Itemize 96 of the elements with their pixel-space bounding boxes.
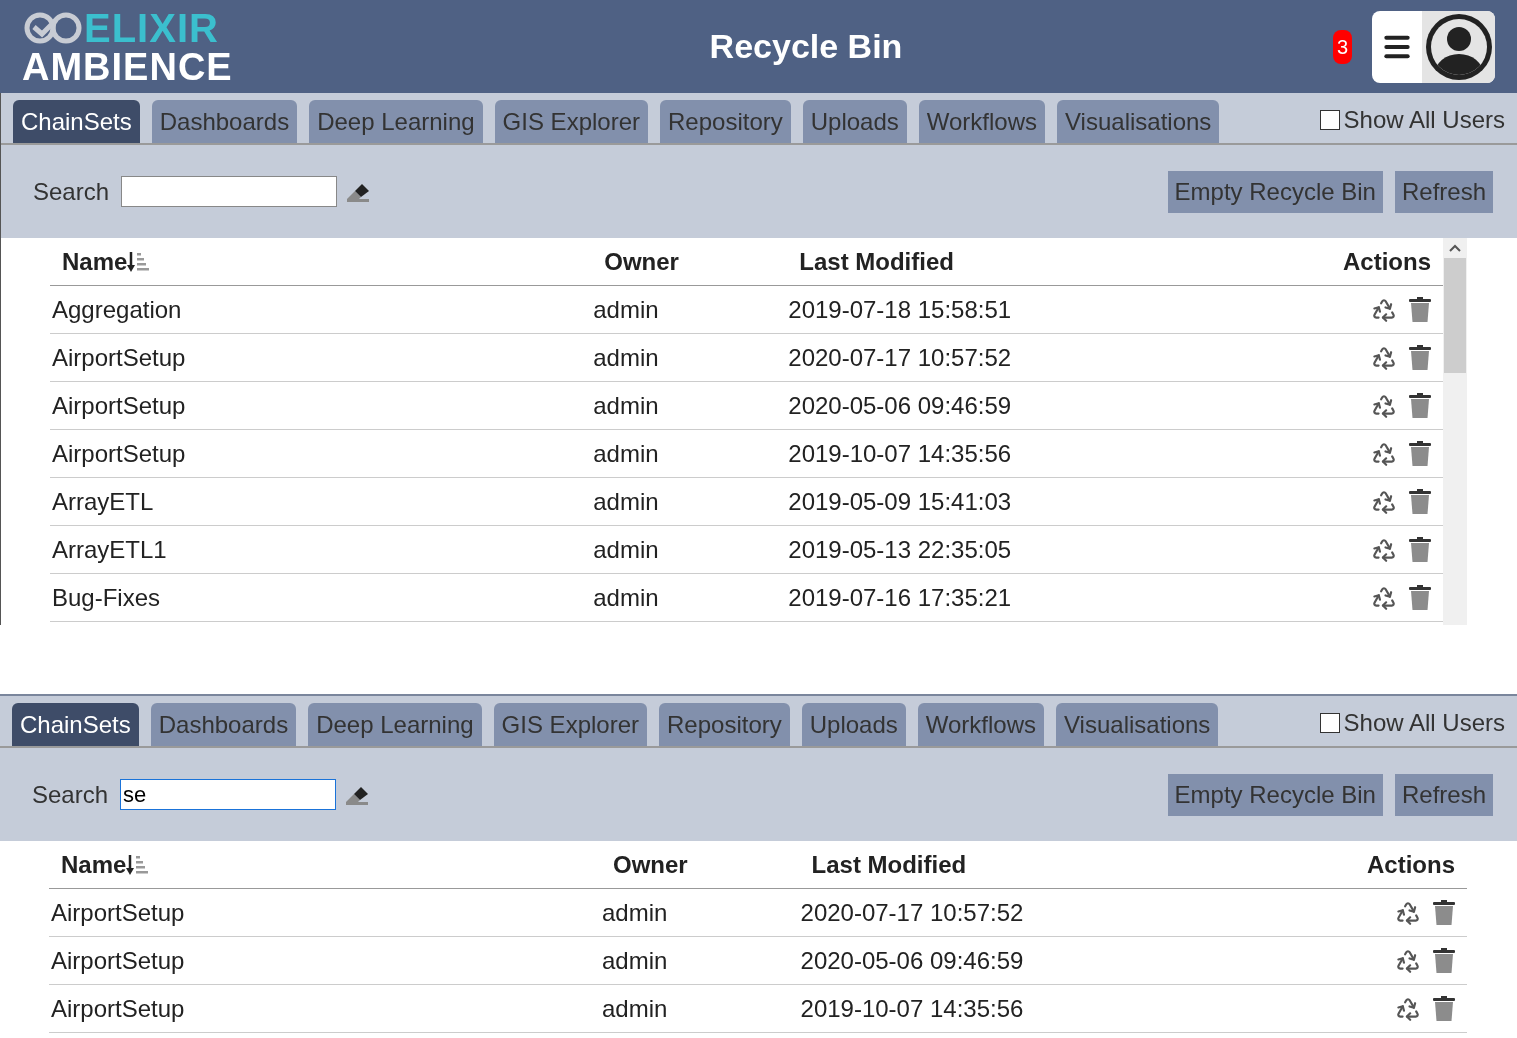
search-field[interactable] [121,176,338,207]
column-header[interactable]: Owner [602,846,801,883]
search-label: Search [32,779,109,810]
table-cell-text: admin [602,945,669,976]
table-cell-text: 2019-07-16 17:35:21 [788,582,1013,613]
restore-icon[interactable] [1371,440,1397,467]
tab[interactable]: Visualisations [1057,100,1220,143]
restore-icon[interactable] [1371,488,1397,515]
restore-icon[interactable] [1371,344,1397,371]
table-cell-text: 2019-05-13 22:35:05 [788,534,1013,565]
trash-icon[interactable] [1409,584,1431,611]
show-all-users-checkbox[interactable] [1319,713,1340,733]
logo-text: ELIXIR [84,7,219,48]
notification-badge[interactable]: 3 [1332,29,1352,64]
trash-icon[interactable] [1409,440,1431,467]
column-header[interactable]: Name [62,243,128,280]
table-cell-text: 2019-05-09 15:41:03 [788,486,1013,517]
table-cell-text: 2019-07-18 15:58:51 [788,294,1013,325]
trash-icon[interactable] [1409,296,1431,323]
tab[interactable]: Deep Learning [309,100,483,143]
column-header: Actions [1366,849,1456,880]
column-header[interactable]: Last Modified [800,846,1357,883]
table-cell-text: 2019-10-07 14:35:56 [788,438,1013,469]
table-cell-text: ArrayETL1 [51,534,168,565]
table-cell-text: AirportSetup [50,945,186,976]
restore-icon[interactable] [1371,392,1397,419]
table-cell-text: 2020-05-06 09:46:59 [788,390,1013,421]
tab[interactable]: ChainSets [13,100,140,143]
table-cell-text: AirportSetup [51,342,187,373]
trash-icon[interactable] [1433,899,1455,926]
tab[interactable]: Dashboards [150,703,297,746]
trash-icon[interactable] [1409,536,1431,563]
tab[interactable]: Dashboards [151,100,298,143]
trash-icon[interactable] [1409,392,1431,419]
table-cell-text: admin [593,486,660,517]
logo-icon [22,10,84,45]
empty-recycle-bin-button[interactable]: Empty Recycle Bin [1167,170,1383,213]
trash-icon[interactable] [1409,488,1431,515]
tab[interactable]: Uploads [801,703,906,746]
checkbox-label: Show All Users [1343,105,1505,135]
table-cell-text: AirportSetup [50,993,186,1024]
tab[interactable]: Workflows [918,100,1046,143]
scrollbar[interactable] [1443,238,1467,625]
search-field[interactable]: se [120,779,337,810]
avatar-icon[interactable] [1423,11,1494,82]
table-cell-text: admin [593,438,660,469]
tab[interactable]: Repository [660,100,791,143]
trash-icon[interactable] [1433,995,1455,1022]
column-header: Actions [1342,246,1432,277]
table-cell-text: admin [602,993,669,1024]
table-cell-text: admin [593,390,660,421]
user-menu-button[interactable] [1372,10,1495,83]
table-cell-text: 2020-05-06 09:46:59 [800,945,1025,976]
column-header[interactable]: Name [61,846,127,883]
table-cell-text: admin [593,342,660,373]
logo-text: AMBIENCE [22,47,233,86]
tab[interactable]: GIS Explorer [493,703,647,746]
tab[interactable]: Workflows [917,703,1045,746]
trash-icon[interactable] [1433,947,1455,974]
page-title: Recycle Bin [708,26,904,67]
table-cell-text: AirportSetup [51,390,187,421]
restore-icon[interactable] [1371,536,1397,563]
restore-icon[interactable] [1395,995,1421,1022]
table-cell-text: 2020-07-17 10:57:52 [800,897,1025,928]
table-cell-text: admin [593,294,660,325]
checkbox-label: Show All Users [1343,708,1505,738]
trash-icon[interactable] [1409,344,1431,371]
sort-icon[interactable] [127,249,150,274]
table-cell-text: admin [593,534,660,565]
sort-icon[interactable] [126,852,149,877]
column-header[interactable]: Last Modified [788,243,1333,280]
table-cell-text: 2019-10-07 14:35:56 [800,993,1025,1024]
restore-icon[interactable] [1395,899,1421,926]
empty-recycle-bin-button[interactable]: Empty Recycle Bin [1167,773,1383,816]
table-cell-text: 2020-07-17 10:57:52 [788,342,1013,373]
table-cell-text: Aggregation [51,294,183,325]
column-header[interactable]: Owner [593,243,789,280]
tab[interactable]: ChainSets [12,703,139,746]
tab[interactable]: GIS Explorer [494,100,648,143]
refresh-button[interactable]: Refresh [1394,773,1493,816]
search-label: Search [33,176,110,207]
show-all-users-checkbox[interactable] [1319,110,1340,130]
restore-icon[interactable] [1371,584,1397,611]
table-cell-text: admin [593,582,660,613]
table-cell-text: admin [602,897,669,928]
table-cell-text: ArrayETL [51,486,155,517]
table-cell-text: Bug-Fixes [51,582,162,613]
tab[interactable]: Visualisations [1056,703,1219,746]
tab[interactable]: Uploads [802,100,907,143]
tab[interactable]: Deep Learning [308,703,482,746]
table-cell-text: AirportSetup [50,897,186,928]
refresh-button[interactable]: Refresh [1394,170,1493,213]
restore-icon[interactable] [1371,296,1397,323]
restore-icon[interactable] [1395,947,1421,974]
tab[interactable]: Repository [659,703,790,746]
table-cell-text: AirportSetup [51,438,187,469]
